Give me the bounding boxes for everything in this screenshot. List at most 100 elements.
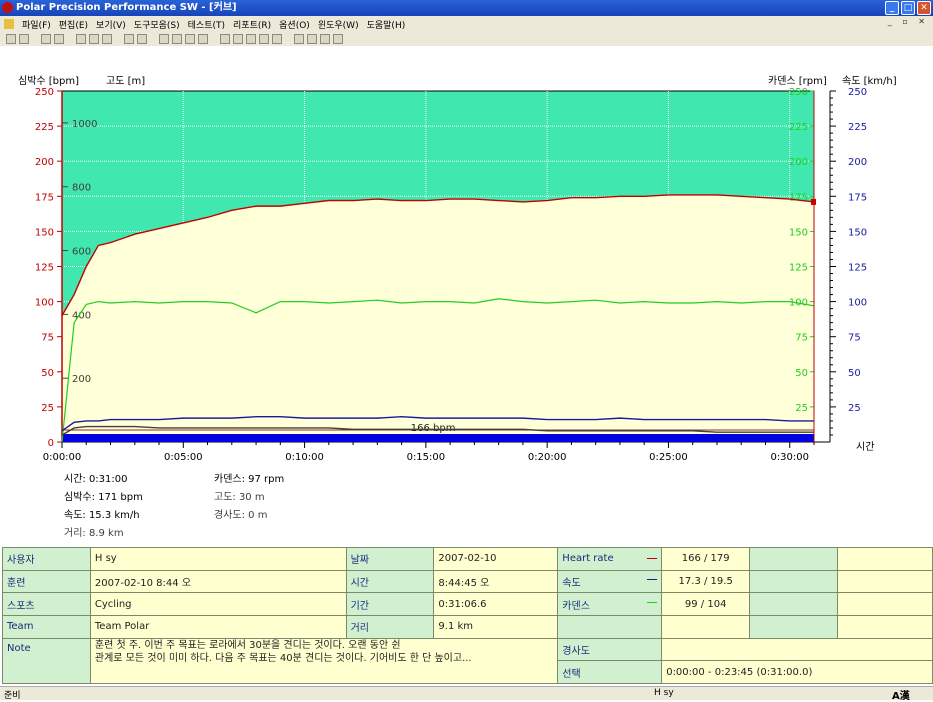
readout-heart: 심박수: 171 bpm [64,492,143,503]
curve-chart-area: 심박수 [bpm] 고도 [m] 카덴스 [rpm] 속도 [km/h] 시간 … [0,46,933,546]
save-icon[interactable] [19,34,29,44]
menu-view[interactable]: 보기(V) [92,18,130,31]
mdi-window-controls[interactable]: _ ▫ ✕ [888,17,929,26]
speed-tick-label: 100 [848,298,867,309]
heart-legend-line [647,553,658,560]
duration-value[interactable]: 0:31:06.6 [433,592,559,616]
globe-icon[interactable] [89,34,99,44]
cadence-tick-label: 250 [789,87,808,98]
bar-chart-icon[interactable] [172,34,182,44]
empty-cell [557,614,663,639]
incline-label: 경사도 [557,637,663,662]
watch-icon[interactable] [102,34,112,44]
zoom-icon[interactable] [220,34,230,44]
user-value[interactable]: H sy [89,547,347,571]
window-icon[interactable] [124,34,134,44]
close-button[interactable]: ✕ [917,1,931,15]
distance-label: 거리 [345,614,435,639]
altitude-tick-label: 200 [72,374,91,385]
empty-cell [749,547,839,571]
cadence-tick-label: 175 [789,192,808,203]
copy-icon[interactable] [54,34,64,44]
sound-icon[interactable] [259,34,269,44]
speed-tick-label: 175 [848,192,867,203]
empty-cell [837,614,933,639]
speed-axis-label: 속도 [km/h] [842,75,897,87]
people-icon[interactable] [233,34,243,44]
empty-cell [837,569,933,594]
cadence-tick-label: 25 [795,403,808,414]
hr-limit-label: 166 bpm [411,423,456,434]
time-tick-label: 0:00:00 [43,452,82,463]
cadence-legend-line [647,597,658,603]
menu-window[interactable]: 윈도우(W) [314,18,363,31]
title-bar: Polar Precision Performance SW - [커브] _ … [0,0,933,16]
report-icon-1[interactable] [294,34,304,44]
menu-help[interactable]: 도움말(H) [363,18,410,31]
cadence-axis-label: 카덴스 [rpm] [768,75,827,87]
speed-legend-line [647,574,658,580]
heart-rate-label: Heart rate [557,547,663,571]
hr-tick-label: 175 [35,192,54,203]
heart-icon[interactable] [76,34,86,44]
readout-altitude: 고도: 30 m [214,492,265,503]
menu-file[interactable]: 파일(F) [18,18,55,31]
date-value[interactable]: 2007-02-10 [433,547,559,571]
exercise-value[interactable]: 2007-02-10 8:44 오 [89,569,347,594]
status-bar: 준비 H sy A漢 [0,686,933,702]
speed-tick-label: 50 [848,368,861,379]
columns-icon[interactable] [198,34,208,44]
note-value[interactable]: 훈련 첫 주. 이번 주 목표는 로라에서 30분을 견디는 것이다. 오랜 동… [89,637,559,685]
speed-tick-label: 75 [848,333,861,344]
empty-cell [749,614,839,639]
sport-label: 스포츠 [2,592,91,616]
cadence-tick-label: 75 [795,333,808,344]
cadence-tick-label: 200 [789,157,808,168]
team-value[interactable]: Team Polar [89,614,347,639]
report-icon-3[interactable] [320,34,330,44]
print-icon[interactable] [41,34,51,44]
menu-options[interactable]: 옵션(O) [275,18,314,31]
empty-cell [837,592,933,616]
note-icon[interactable] [272,34,282,44]
curve-icon[interactable] [159,34,169,44]
speed-tick-label: 250 [848,87,867,98]
time-tick-label: 0:15:00 [407,452,446,463]
speed-tick-label: 225 [848,122,867,133]
note-line-1: 훈련 첫 주. 이번 주 목표는 로라에서 30분을 견디는 것이다. 오랜 동… [94,639,401,651]
speed-tick-label: 200 [848,157,867,168]
empty-cell [661,614,751,639]
hr-tick-label: 250 [35,87,54,98]
sport-value[interactable]: Cycling [89,592,347,616]
empty-cell [837,547,933,571]
menu-edit[interactable]: 편집(E) [55,18,92,31]
flag-icon[interactable] [246,34,256,44]
distance-value[interactable]: 9.1 km [433,614,559,639]
minimize-button[interactable]: _ [885,1,899,15]
readout-time: 시간: 0:31:00 [64,474,128,485]
curve-chart[interactable]: 심박수 [bpm] 고도 [m] 카덴스 [rpm] 속도 [km/h] 시간 … [0,46,933,546]
time-value[interactable]: 8:44:45 오 [433,569,559,594]
table-icon[interactable] [185,34,195,44]
cadence-label: 카덴스 [557,592,663,616]
menu-test[interactable]: 테스트(T) [184,18,229,31]
empty-cell [749,592,839,616]
book-icon[interactable] [137,34,147,44]
report-icon-2[interactable] [307,34,317,44]
empty-cell [749,569,839,594]
table-row: 훈련 2007-02-10 8:44 오 시간 8:44:45 오 속도 17.… [2,569,933,594]
open-icon[interactable] [6,34,16,44]
time-tick-label: 0:10:00 [285,452,324,463]
time-tick-label: 0:20:00 [528,452,567,463]
menu-report[interactable]: 리포트(R) [229,18,275,31]
report-icon-4[interactable] [333,34,343,44]
menu-toolbars[interactable]: 도구모음(S) [130,18,184,31]
hr-tick-label: 75 [41,333,54,344]
hr-tick-label: 200 [35,157,54,168]
hr-area-fill [62,194,814,442]
speed-tick-label: 150 [848,227,867,238]
maximize-button[interactable]: □ [901,1,915,15]
team-label: Team [2,614,91,639]
readout-speed: 속도: 15.3 km/h [64,510,140,521]
selection-label: 선택 [557,660,663,684]
